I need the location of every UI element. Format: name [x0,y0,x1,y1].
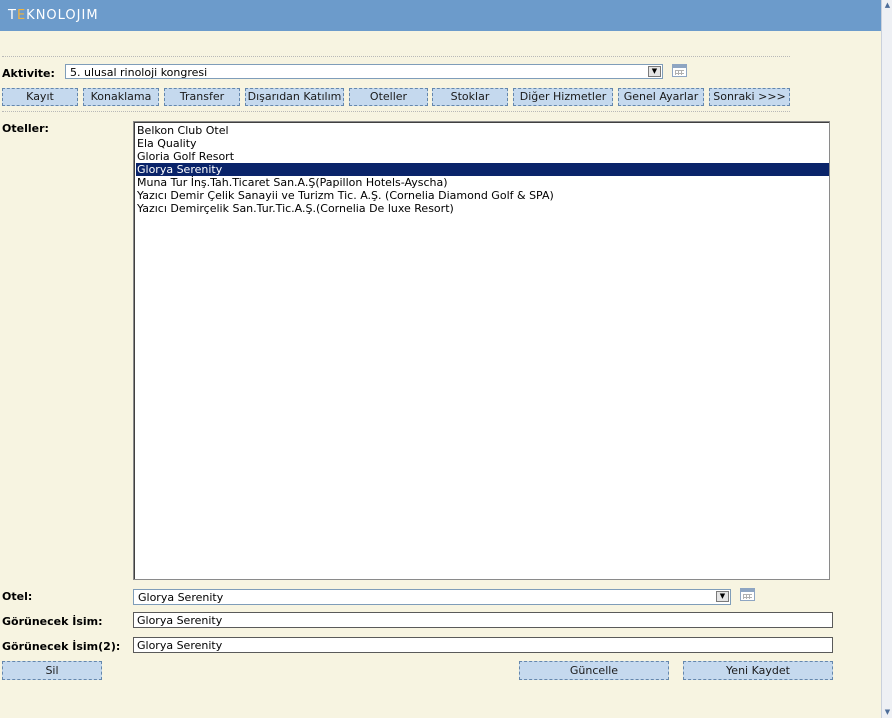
divider [2,56,790,57]
display-name-field[interactable]: Glorya Serenity [133,612,833,628]
list-item[interactable]: Yazıcı Demir Çelik Sanayii ve Turizm Tic… [136,189,829,202]
update-button[interactable]: Güncelle [519,661,669,680]
chevron-down-icon[interactable]: ▼ [716,591,729,602]
nav-button-disaridan-katilim[interactable]: Dışarıdan Katılım [245,88,344,106]
display-name2-field[interactable]: Glorya Serenity [133,637,833,653]
nav-button-sonraki[interactable]: Sonraki >>> [709,88,790,106]
list-item[interactable]: Muna Tur İnş.Tah.Ticaret San.A.Ş(Papillo… [136,176,829,189]
list-item[interactable]: Yazıcı Demirçelik San.Tur.Tic.A.Ş.(Corne… [136,202,829,215]
scroll-down-icon[interactable]: ▼ [883,708,892,717]
display-name2-value: Glorya Serenity [137,639,223,652]
delete-button[interactable]: Sil [2,661,102,680]
otel-select[interactable]: Glorya Serenity ▼ [133,589,731,605]
calendar-icon[interactable] [740,588,755,601]
logo: TEKNOLOJIM [8,8,99,23]
chevron-down-icon[interactable]: ▼ [648,66,661,77]
otel-value: Glorya Serenity [138,591,224,604]
hotels-listbox[interactable]: Belkon Club Otel Ela Quality Gloria Golf… [133,121,830,580]
divider [2,111,790,112]
activity-value: 5. ulusal rinoloji kongresi [70,66,208,79]
nav-button-transfer[interactable]: Transfer [164,88,240,106]
header-bar: TEKNOLOJIM [0,0,881,31]
display-name-label: Görünecek İsim: [2,615,103,628]
nav-button-konaklama[interactable]: Konaklama [83,88,159,106]
display-name2-label: Görünecek İsim(2): [2,640,121,653]
nav-button-oteller[interactable]: Oteller [349,88,428,106]
save-new-button[interactable]: Yeni Kaydet [683,661,833,680]
scroll-up-icon[interactable]: ▲ [883,1,892,10]
list-item[interactable]: Belkon Club Otel [136,124,829,137]
list-item-selected[interactable]: Glorya Serenity [136,163,829,176]
list-item[interactable]: Ela Quality [136,137,829,150]
activity-label: Aktivite: [2,67,55,80]
calendar-icon[interactable] [672,64,687,77]
nav-button-kayit[interactable]: Kayıt [2,88,78,106]
activity-select[interactable]: 5. ulusal rinoloji kongresi ▼ [65,64,663,79]
otel-label: Otel: [2,590,33,603]
nav-button-diger-hizmetler[interactable]: Diğer Hizmetler [513,88,613,106]
nav-button-genel-ayarlar[interactable]: Genel Ayarlar [618,88,704,106]
page-scrollbar[interactable]: ▲ ▼ [881,0,892,718]
display-name-value: Glorya Serenity [137,614,223,627]
nav-button-stoklar[interactable]: Stoklar [432,88,508,106]
hotels-label: Oteller: [2,122,49,135]
list-item[interactable]: Gloria Golf Resort [136,150,829,163]
